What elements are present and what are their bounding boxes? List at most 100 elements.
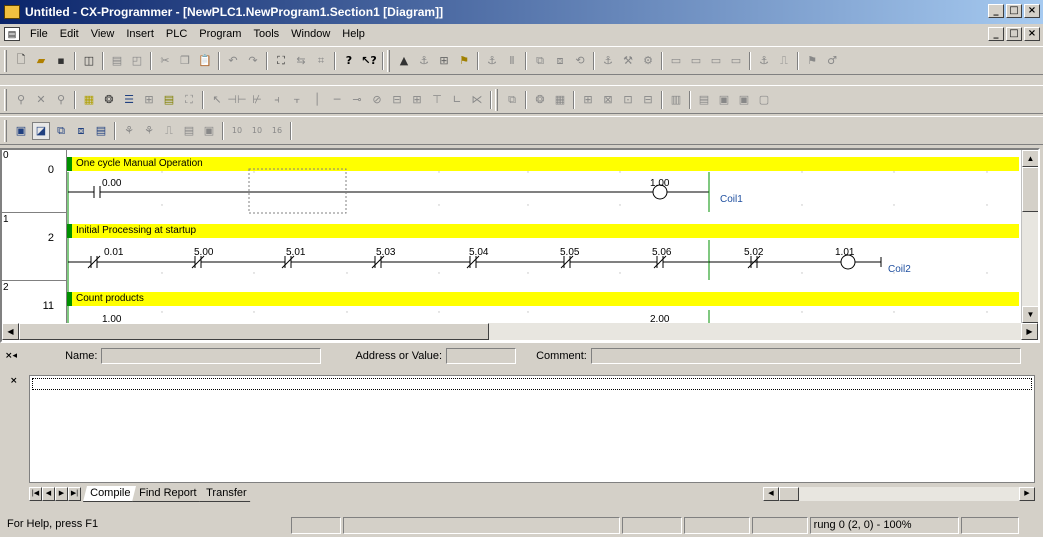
setup-icon[interactable]: ▭ — [707, 52, 725, 70]
scroll-left-arrow-icon[interactable]: ◀ — [2, 323, 19, 340]
time-chart-icon[interactable]: ⎍ — [160, 122, 178, 140]
document-system-icon[interactable]: ▤ — [4, 27, 20, 41]
comment-icon[interactable]: ⊞ — [140, 91, 158, 109]
output-text-area[interactable] — [29, 375, 1035, 483]
context-help-icon[interactable]: ↖? — [360, 52, 378, 70]
infobar-close-icon[interactable]: ×◂ — [5, 351, 17, 361]
output-scroll-thumb[interactable] — [779, 487, 799, 501]
force-on-icon[interactable]: ⚒ — [619, 52, 637, 70]
mdi-restore-button[interactable]: □ — [1006, 27, 1022, 41]
properties-icon[interactable]: ▤ — [92, 122, 110, 140]
run-icon[interactable]: ⟲ — [571, 52, 589, 70]
rung-comment-icon[interactable]: ▤ — [160, 91, 178, 109]
zoom-icon[interactable]: ⚲ — [52, 91, 70, 109]
instruction-icon[interactable]: ⊟ — [388, 91, 406, 109]
vertical-scroll-thumb[interactable] — [1022, 167, 1038, 212]
undo-icon[interactable]: ↶ — [224, 52, 242, 70]
io-table-view-icon[interactable]: ▣ — [715, 91, 733, 109]
minimize-button[interactable]: _ — [988, 4, 1004, 18]
or-no-icon[interactable]: ⫞ — [268, 91, 286, 109]
coil-nc-icon[interactable]: ⊘ — [368, 91, 386, 109]
menu-program[interactable]: Program — [193, 28, 247, 40]
title-bar[interactable]: Untitled - CX-Programmer - [NewPLC1.NewP… — [0, 0, 1043, 24]
new-icon[interactable]: 🗋 — [12, 52, 30, 70]
toolbar-grip[interactable] — [495, 88, 498, 111]
cx-programmer-app-icon[interactable] — [4, 5, 20, 19]
memory-view-icon[interactable]: ▥ — [667, 91, 685, 109]
grid-icon[interactable]: ▦ — [80, 91, 98, 109]
set-value-icon[interactable]: ▭ — [667, 52, 685, 70]
output-window-icon[interactable]: ◪ — [32, 121, 50, 140]
menu-file[interactable]: File — [24, 28, 54, 40]
number-display-10-icon[interactable]: 10 — [228, 122, 246, 140]
horizontal-icon[interactable]: ─ — [328, 91, 346, 109]
compile-icon[interactable]: ⧉ — [503, 91, 521, 109]
pause-icon[interactable]: ⚓ — [483, 52, 501, 70]
or-nc-icon[interactable]: ⫟ — [288, 91, 306, 109]
zoom-out-icon[interactable]: ✕ — [32, 91, 50, 109]
output-close-icon[interactable]: × — [10, 376, 18, 386]
output-scroll-track[interactable] — [799, 487, 1019, 501]
data-trace-icon[interactable]: ⚘ — [140, 122, 158, 140]
tab-compile[interactable]: Compile — [83, 486, 138, 502]
scroll-right-arrow-icon[interactable]: ▶ — [1021, 323, 1038, 340]
next-tab-icon[interactable]: ▶ — [55, 487, 68, 501]
monitor-mode-icon[interactable]: ⧈ — [551, 52, 569, 70]
diagram-vertical-scrollbar[interactable]: ▲ ▼ — [1021, 150, 1038, 323]
replace-icon[interactable]: ⇆ — [292, 52, 310, 70]
io-icon[interactable]: ▣ — [200, 122, 218, 140]
last-tab-icon[interactable]: ▶| — [68, 487, 81, 501]
symbol-icon[interactable]: ❂ — [100, 91, 118, 109]
debug-mode-icon[interactable]: ⧉ — [531, 52, 549, 70]
contact-nc-icon[interactable]: ⊬ — [248, 91, 266, 109]
contact-no-icon[interactable]: ⊣⊢ — [227, 91, 246, 109]
first-tab-icon[interactable]: |◀ — [29, 487, 42, 501]
address-ref-icon[interactable]: ⧈ — [72, 122, 90, 140]
watch-icon[interactable]: ⊟ — [639, 91, 657, 109]
ladder-diagram[interactable]: 0 0 1 2 2 11 One cycle Manual Operation … — [0, 148, 1040, 343]
vertical-icon[interactable]: │ — [308, 91, 326, 109]
menu-plc[interactable]: PLC — [160, 28, 193, 40]
name-field[interactable] — [101, 348, 322, 364]
tab-find-report[interactable]: Find Report — [132, 486, 204, 502]
zoom-in-icon[interactable]: ⚲ — [12, 91, 30, 109]
online-edit-icon[interactable]: ❂ — [531, 91, 549, 109]
address-icon[interactable]: ⌗ — [312, 52, 330, 70]
table-icon[interactable]: ▤ — [695, 91, 713, 109]
iil-icon[interactable]: ⋉ — [468, 91, 486, 109]
pfb-icon[interactable]: ∟ — [448, 91, 466, 109]
trace-icon[interactable]: ⎍ — [775, 52, 793, 70]
step-icon[interactable]: ⚓ — [755, 52, 773, 70]
transfer-icon[interactable]: ⊞ — [435, 52, 453, 70]
io-table-icon[interactable]: ▭ — [687, 52, 705, 70]
program-mode-icon[interactable]: Ⅱ — [503, 52, 521, 70]
redo-icon[interactable]: ↷ — [244, 52, 262, 70]
transfer-changes-icon[interactable]: ⊞ — [579, 91, 597, 109]
mdi-minimize-button[interactable]: _ — [988, 27, 1004, 41]
copy-icon[interactable]: ❐ — [176, 52, 194, 70]
cross-ref-report-icon[interactable]: ⚘ — [120, 122, 138, 140]
scroll-up-arrow-icon[interactable]: ▲ — [1022, 150, 1038, 167]
print-icon[interactable]: ▤ — [108, 52, 126, 70]
find-icon[interactable]: ⛶ — [272, 52, 290, 70]
paste-icon[interactable]: 📋 — [196, 52, 214, 70]
settings-view-icon[interactable]: ▢ — [755, 91, 773, 109]
undo-edit-icon[interactable]: ⊠ — [599, 91, 617, 109]
scroll-right-arrow-icon[interactable]: ▶ — [1019, 487, 1035, 501]
comment-field[interactable] — [590, 348, 1021, 364]
setup-view-icon[interactable]: ▣ — [735, 91, 753, 109]
toolbar-grip[interactable] — [4, 119, 7, 142]
cut-icon[interactable]: ✂ — [156, 52, 174, 70]
cross-ref-icon[interactable]: ⊡ — [619, 91, 637, 109]
force-off-icon[interactable]: ⚙ — [639, 52, 657, 70]
memory-icon[interactable]: ▭ — [727, 52, 745, 70]
save-icon[interactable]: ▪ — [52, 52, 70, 70]
diagram-horizontal-scrollbar[interactable]: ◀ ▶ — [2, 323, 1038, 340]
compare-icon[interactable]: ⚑ — [455, 52, 473, 70]
scroll-down-arrow-icon[interactable]: ▼ — [1022, 306, 1038, 323]
number-display-16-icon[interactable]: 16 — [268, 122, 286, 140]
list-icon[interactable]: ☰ — [120, 91, 138, 109]
horizontal-scroll-thumb[interactable] — [19, 323, 489, 340]
project-window-icon[interactable]: ▣ — [12, 122, 30, 140]
mdi-close-button[interactable]: × — [1024, 27, 1040, 41]
